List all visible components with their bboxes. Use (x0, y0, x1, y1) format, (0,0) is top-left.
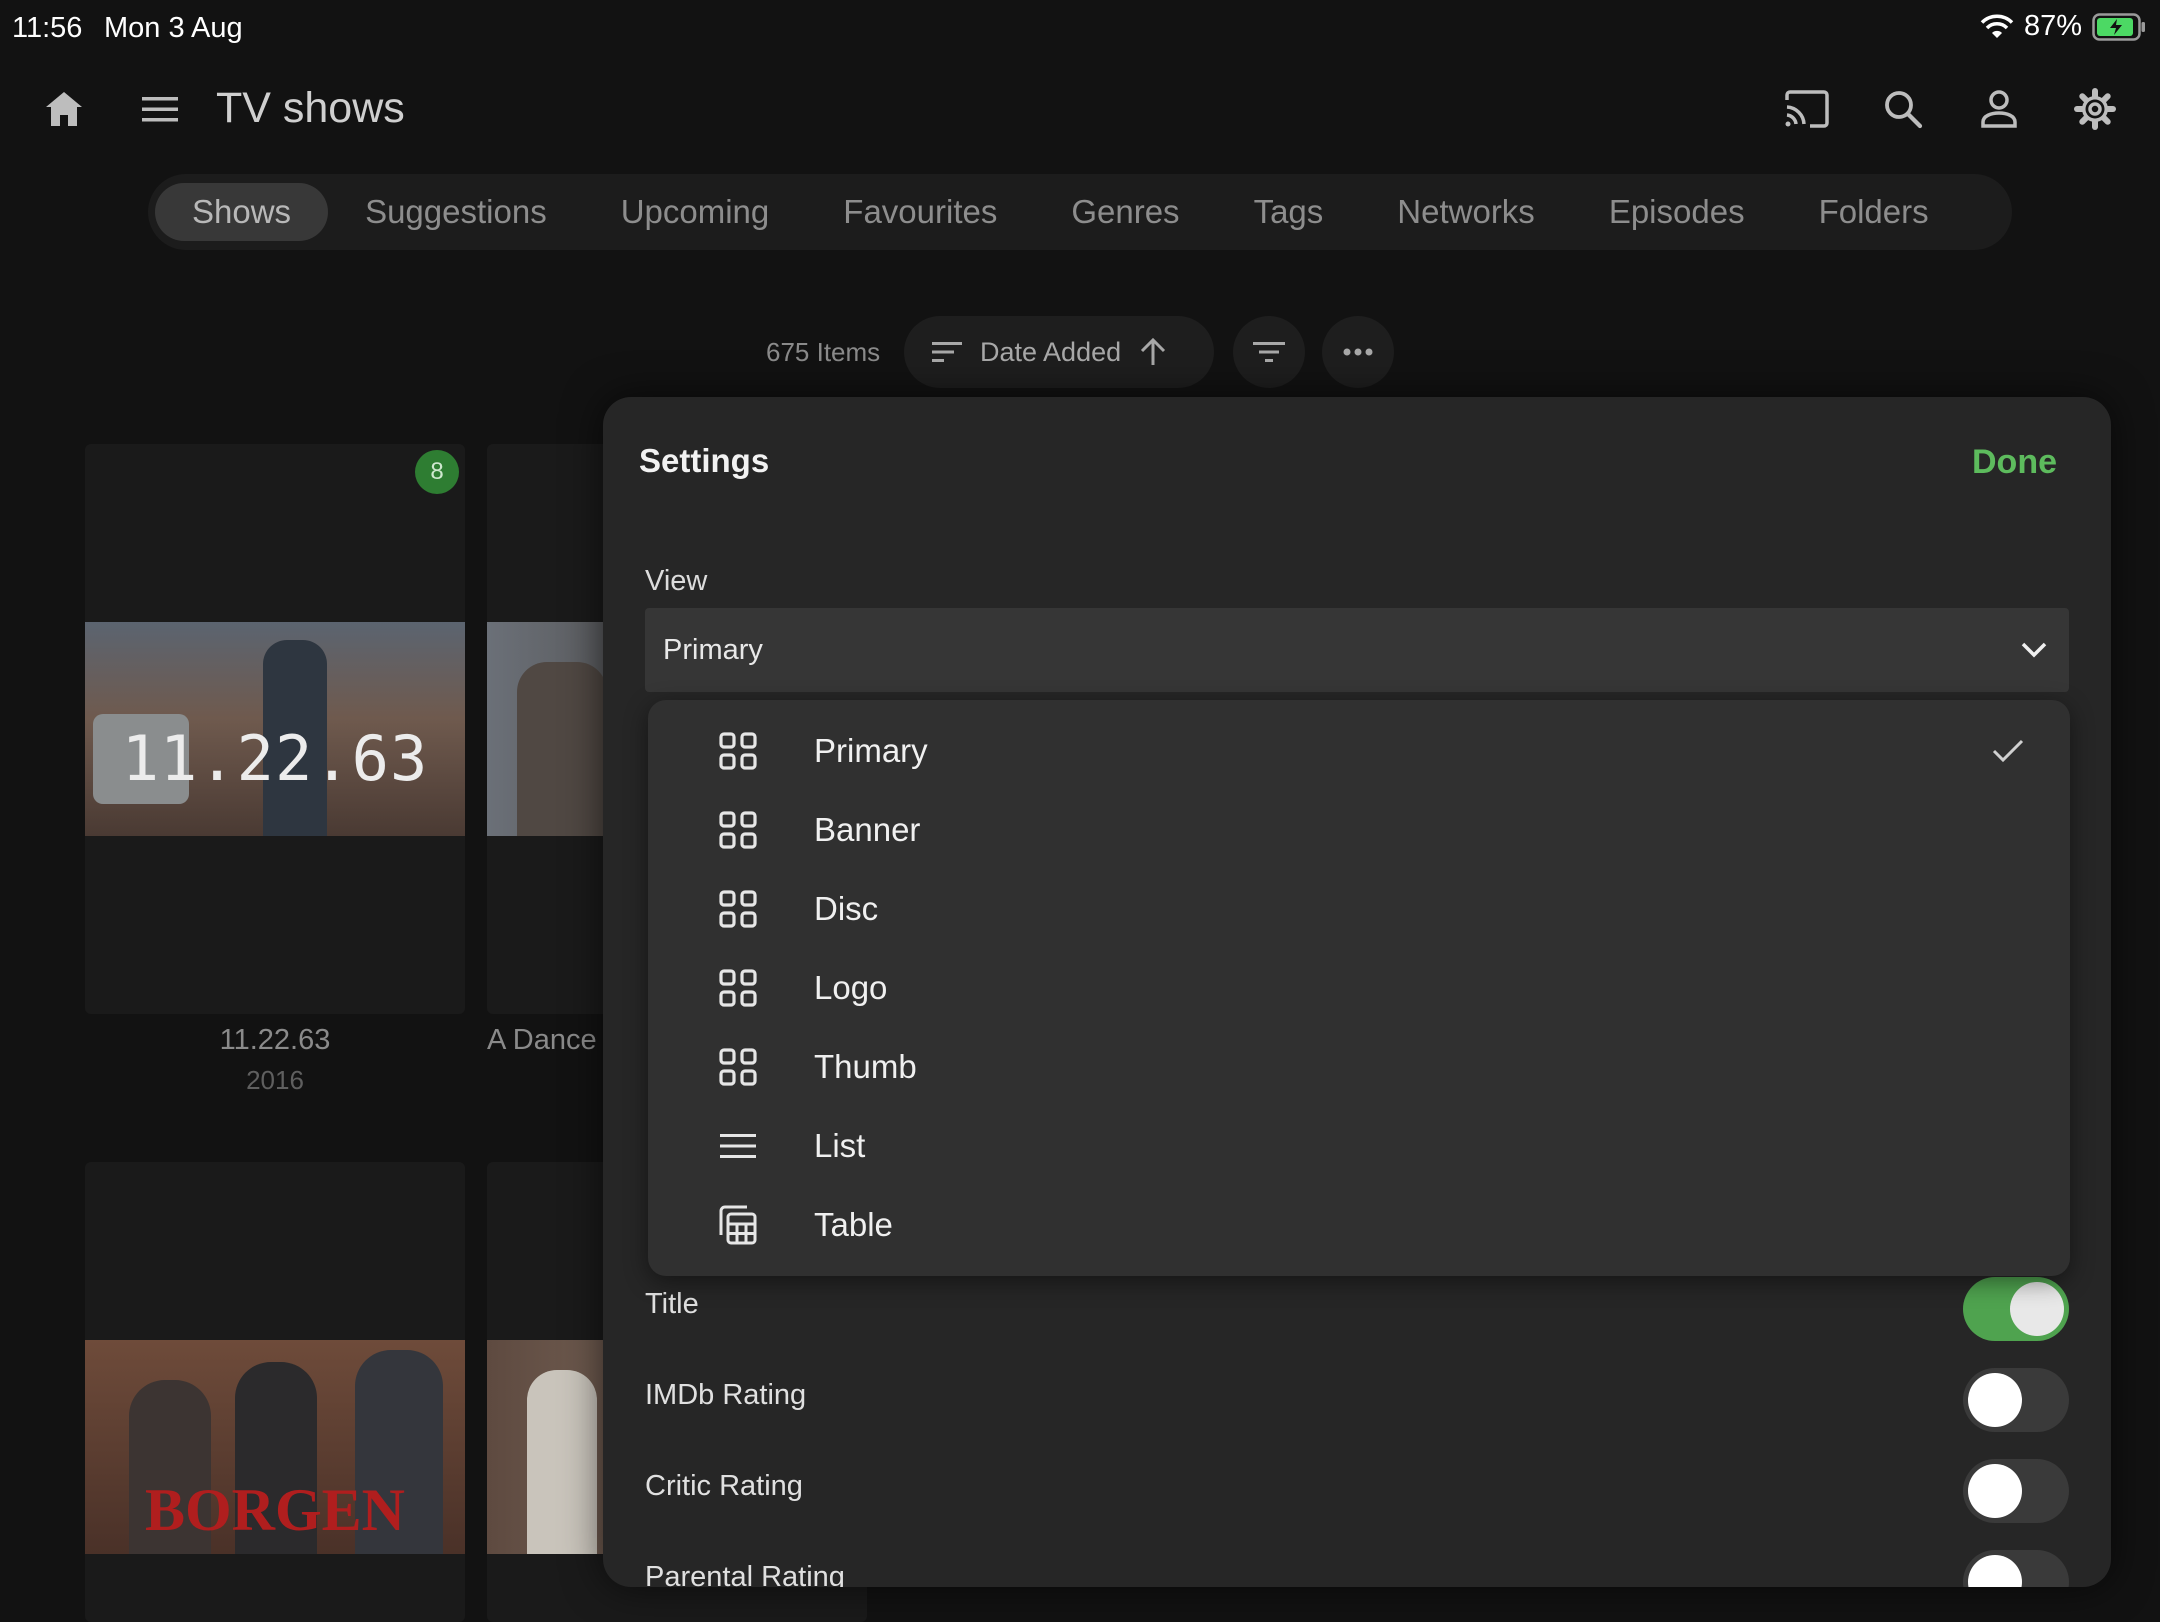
tab-genres[interactable]: Genres (1034, 183, 1216, 241)
filter-icon (1253, 342, 1285, 362)
tab-suggestions[interactable]: Suggestions (328, 183, 584, 241)
view-option-label: Thumb (814, 1047, 917, 1085)
battery-icon (2092, 12, 2145, 41)
title-toggle[interactable] (1963, 1277, 2069, 1341)
grid-icon (718, 810, 758, 850)
poster-title-text: 11.22.63 (121, 722, 429, 795)
view-option-label: Table (814, 1205, 893, 1243)
status-date: Mon 3 Aug (104, 12, 243, 44)
list-icon (718, 1126, 758, 1166)
search-button[interactable] (1873, 79, 1933, 139)
tab-tags[interactable]: Tags (1217, 183, 1361, 241)
figure-shape (527, 1370, 597, 1554)
sort-icon (932, 342, 962, 362)
checkmark-icon (1992, 739, 2024, 762)
show-poster: BORGEN (85, 1340, 465, 1554)
status-time: 11:56 (12, 12, 83, 44)
wifi-icon (1980, 14, 2014, 38)
table-icon (718, 1205, 758, 1245)
more-button[interactable] (1322, 316, 1394, 388)
title-toggle-label: Title (645, 1288, 699, 1320)
filter-button[interactable] (1233, 316, 1305, 388)
view-option-label: Disc (814, 889, 879, 927)
sort-button[interactable]: Date Added (904, 316, 1214, 388)
view-option-list[interactable]: List (648, 1106, 2070, 1185)
imdb-rating-toggle[interactable] (1963, 1368, 2069, 1432)
view-option-primary[interactable]: Primary (648, 711, 2070, 790)
tab-bar: Shows Suggestions Upcoming Favourites Ge… (148, 174, 2012, 250)
tab-upcoming[interactable]: Upcoming (584, 183, 807, 241)
figure-shape (517, 662, 607, 836)
settings-title: Settings (639, 442, 770, 479)
user-icon (1981, 90, 2017, 128)
view-option-label: Banner (814, 810, 921, 848)
chevron-down-icon (2021, 642, 2047, 658)
show-card[interactable]: 8 11.22.63 (85, 444, 465, 1014)
show-year: 2016 (246, 1065, 304, 1095)
view-dropdown-menu: Primary Banner Disc Logo Thumb List Tabl… (648, 700, 2070, 1276)
show-card[interactable]: BORGEN (85, 1162, 465, 1622)
critic-rating-toggle-label: Critic Rating (645, 1470, 803, 1502)
status-indicators: 87% (1980, 10, 2146, 43)
menu-button[interactable] (130, 79, 190, 139)
show-poster: 11.22.63 (85, 622, 465, 836)
settings-panel: Settings Done View Primary Title IMDb Ra… (603, 397, 2111, 1587)
tab-episodes[interactable]: Episodes (1572, 183, 1782, 241)
cast-icon (1785, 90, 1829, 128)
sort-label: Date Added (980, 336, 1122, 367)
show-title: A Dance (487, 1024, 597, 1056)
search-icon (1885, 91, 1923, 129)
view-option-thumb[interactable]: Thumb (648, 1027, 2070, 1106)
user-button[interactable] (1969, 79, 2029, 139)
critic-rating-toggle[interactable] (1963, 1459, 2069, 1523)
view-label: View (645, 565, 708, 597)
parental-rating-toggle-label: Parental Rating (645, 1561, 845, 1587)
poster-title-text: BORGEN (144, 1477, 406, 1543)
view-option-table[interactable]: Table (648, 1185, 2070, 1264)
imdb-rating-toggle-label: IMDb Rating (645, 1379, 807, 1411)
toggle-knob (1968, 1464, 2022, 1518)
view-option-disc[interactable]: Disc (648, 869, 2070, 948)
arrow-up-icon (1141, 337, 1166, 365)
toggle-knob (2010, 1282, 2064, 1336)
tab-folders[interactable]: Folders (1782, 183, 1966, 241)
unwatched-badge: 8 (415, 450, 459, 494)
page-title: TV shows (216, 84, 405, 132)
grid-icon (718, 968, 758, 1008)
view-select[interactable]: Primary (645, 608, 2069, 692)
items-count: 675 Items (766, 337, 881, 367)
battery-percent: 87% (2023, 10, 2082, 42)
view-option-logo[interactable]: Logo (648, 948, 2070, 1027)
show-title: 11.22.63 (219, 1024, 331, 1056)
menu-icon (142, 97, 178, 122)
parental-rating-toggle[interactable] (1963, 1550, 2069, 1587)
view-option-banner[interactable]: Banner (648, 790, 2070, 869)
home-icon (46, 92, 82, 126)
view-select-value: Primary (663, 633, 763, 666)
done-button[interactable]: Done (1972, 443, 2057, 482)
cast-button[interactable] (1777, 79, 1837, 139)
tab-networks[interactable]: Networks (1360, 183, 1572, 241)
tab-shows[interactable]: Shows (155, 183, 329, 241)
more-icon (1343, 348, 1373, 356)
tab-favourites[interactable]: Favourites (806, 183, 1034, 241)
settings-button[interactable] (2065, 79, 2125, 139)
grid-icon (718, 731, 758, 771)
home-button[interactable] (34, 79, 94, 139)
toggle-knob (1968, 1373, 2022, 1427)
view-option-label: List (814, 1126, 866, 1164)
settings-icon (2074, 88, 2116, 130)
grid-icon (718, 889, 758, 929)
grid-icon (718, 1047, 758, 1087)
view-option-label: Logo (814, 968, 888, 1006)
toggle-knob (1968, 1555, 2022, 1587)
view-option-label: Primary (814, 731, 928, 769)
